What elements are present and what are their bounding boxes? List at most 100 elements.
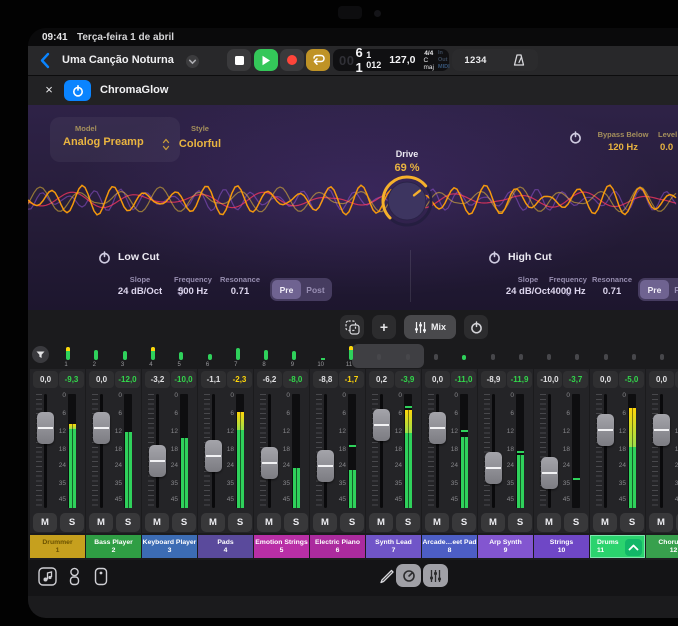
plugin-power-button[interactable] bbox=[64, 80, 91, 101]
track-label-12[interactable]: Chorus V12 bbox=[646, 535, 678, 558]
track-label-5[interactable]: Emotion Strings5 bbox=[254, 535, 309, 558]
volume-value[interactable]: -2,3 bbox=[227, 371, 252, 388]
remote-display-icon[interactable] bbox=[94, 567, 108, 586]
mute-button[interactable]: M bbox=[89, 513, 113, 532]
track-label-9[interactable]: Arp Synth9 bbox=[478, 535, 533, 558]
mute-button[interactable]: M bbox=[537, 513, 561, 532]
metronome-icon[interactable] bbox=[512, 53, 526, 67]
solo-button[interactable]: S bbox=[60, 513, 84, 532]
mute-button[interactable]: M bbox=[649, 513, 673, 532]
level-value[interactable]: 0.0 bbox=[660, 142, 678, 153]
mute-button[interactable]: M bbox=[201, 513, 225, 532]
track-label-2[interactable]: Bass Player2 bbox=[86, 535, 141, 558]
solo-button[interactable]: S bbox=[620, 513, 644, 532]
pan-value[interactable]: -10,0 bbox=[537, 371, 562, 388]
fader-handle[interactable] bbox=[597, 414, 614, 446]
pan-value[interactable]: -3,2 bbox=[145, 371, 170, 388]
collapse-chevron-button[interactable] bbox=[625, 539, 642, 556]
mute-button[interactable]: M bbox=[593, 513, 617, 532]
low-cut-power-icon[interactable] bbox=[98, 251, 111, 264]
title-chevron-down-icon[interactable] bbox=[186, 55, 199, 73]
track-label-10[interactable]: Strings10 bbox=[534, 535, 589, 558]
solo-button[interactable]: S bbox=[340, 513, 364, 532]
stop-button[interactable] bbox=[227, 49, 251, 71]
volume-value[interactable]: -10,0 bbox=[171, 371, 196, 388]
loops-browser-icon[interactable] bbox=[38, 567, 57, 586]
volume-value[interactable]: -3,7 bbox=[563, 371, 588, 388]
volume-value[interactable]: -11,9 bbox=[507, 371, 532, 388]
volume-value[interactable]: -8,0 bbox=[283, 371, 308, 388]
pan-value[interactable]: -6,2 bbox=[257, 371, 282, 388]
mute-button[interactable]: M bbox=[145, 513, 169, 532]
close-icon[interactable]: × bbox=[41, 82, 57, 98]
solo-button[interactable]: S bbox=[452, 513, 476, 532]
fader-handle[interactable] bbox=[541, 457, 558, 489]
pan-value[interactable]: 0,0 bbox=[33, 371, 58, 388]
solo-button[interactable]: S bbox=[228, 513, 252, 532]
pan-value[interactable]: -1,1 bbox=[201, 371, 226, 388]
fader-handle[interactable] bbox=[373, 409, 390, 441]
pre-button[interactable]: Pre bbox=[272, 280, 301, 299]
pan-value[interactable]: 0,0 bbox=[649, 371, 674, 388]
volume-value[interactable]: -9,3 bbox=[59, 371, 84, 388]
pan-value[interactable]: 0,0 bbox=[425, 371, 450, 388]
mute-button[interactable]: M bbox=[369, 513, 393, 532]
pan-value[interactable]: 0,0 bbox=[89, 371, 114, 388]
volume-value[interactable]: -12,0 bbox=[115, 371, 140, 388]
pan-value[interactable]: -8,8 bbox=[313, 371, 338, 388]
post-button[interactable]: Post bbox=[669, 280, 678, 299]
volume-value[interactable]: -11,0 bbox=[451, 371, 476, 388]
fader-handle[interactable] bbox=[485, 452, 502, 484]
volume-value[interactable]: -5,0 bbox=[619, 371, 644, 388]
cycle-button[interactable] bbox=[306, 49, 330, 71]
volume-value[interactable]: -3,9 bbox=[395, 371, 420, 388]
style-selector[interactable]: Style Colorful bbox=[158, 117, 242, 162]
pan-value[interactable]: 0,0 bbox=[593, 371, 618, 388]
solo-button[interactable]: S bbox=[116, 513, 140, 532]
high-cut-resonance-value[interactable]: 0.71 bbox=[577, 286, 647, 297]
mute-button[interactable]: M bbox=[425, 513, 449, 532]
play-button[interactable] bbox=[254, 49, 278, 71]
track-label-11[interactable]: Drums11 bbox=[590, 535, 645, 558]
drive-knob[interactable] bbox=[377, 171, 437, 231]
solo-button[interactable]: S bbox=[284, 513, 308, 532]
low-cut-resonance-value[interactable]: 0.71 bbox=[205, 286, 275, 297]
mute-button[interactable]: M bbox=[33, 513, 57, 532]
mute-button[interactable]: M bbox=[257, 513, 281, 532]
solo-button[interactable]: S bbox=[172, 513, 196, 532]
track-label-7[interactable]: Synth Lead7 bbox=[366, 535, 421, 558]
pre-button[interactable]: Pre bbox=[640, 280, 669, 299]
back-chevron-icon[interactable] bbox=[40, 52, 50, 74]
mute-button[interactable]: M bbox=[313, 513, 337, 532]
track-label-1[interactable]: Drummer1 bbox=[30, 535, 85, 558]
mute-button[interactable]: M bbox=[481, 513, 505, 532]
bypass-below-value[interactable]: 120 Hz bbox=[584, 142, 662, 153]
bypass-power-icon[interactable] bbox=[569, 131, 582, 144]
track-label-8[interactable]: Arcade…eet Pad8 bbox=[422, 535, 477, 558]
record-button[interactable] bbox=[280, 49, 304, 71]
mixer-view-button[interactable] bbox=[423, 564, 448, 587]
solo-button[interactable]: S bbox=[564, 513, 588, 532]
pencil-icon[interactable] bbox=[378, 568, 395, 585]
track-label-6[interactable]: Electric Piano6 bbox=[310, 535, 365, 558]
volume-value[interactable]: -1,7 bbox=[339, 371, 364, 388]
track-label-3[interactable]: Keyboard Player3 bbox=[142, 535, 197, 558]
post-button[interactable]: Post bbox=[301, 280, 330, 299]
fader-handle[interactable] bbox=[317, 450, 334, 482]
fader-handle[interactable] bbox=[93, 412, 110, 444]
pan-value[interactable]: -8,9 bbox=[481, 371, 506, 388]
solo-button[interactable]: S bbox=[508, 513, 532, 532]
count-in-button[interactable]: 1234 bbox=[464, 55, 486, 66]
fader-handle[interactable] bbox=[37, 412, 54, 444]
solo-button[interactable]: S bbox=[396, 513, 420, 532]
fader-handle[interactable] bbox=[205, 440, 222, 472]
controls-view-button[interactable] bbox=[396, 564, 421, 587]
high-cut-power-icon[interactable] bbox=[488, 251, 501, 264]
fader-handle[interactable] bbox=[149, 445, 166, 477]
fader-handle[interactable] bbox=[261, 447, 278, 479]
fader-handle[interactable] bbox=[429, 412, 446, 444]
fader-handle[interactable] bbox=[653, 414, 670, 446]
project-title[interactable]: Uma Canção Noturna bbox=[62, 54, 174, 66]
lcd-display[interactable]: 00 6 1 1 012 127,0 4/4 C maj In Out MIDI bbox=[333, 49, 449, 71]
pan-value[interactable]: 0,2 bbox=[369, 371, 394, 388]
